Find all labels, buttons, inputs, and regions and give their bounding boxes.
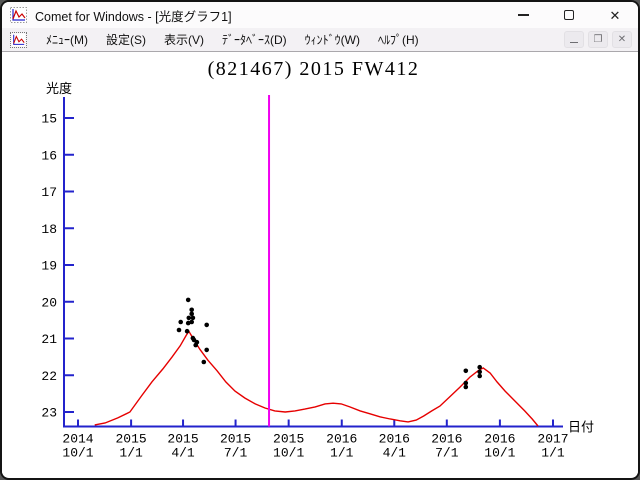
svg-text:2016: 2016 (484, 432, 515, 447)
titlebar[interactable]: Comet for Windows - [光度グラフ1] ✕ (2, 2, 638, 28)
svg-text:16: 16 (41, 148, 57, 163)
svg-text:2017: 2017 (537, 432, 568, 447)
svg-text:(821467) 2015 FW412: (821467) 2015 FW412 (208, 58, 420, 80)
window-title: Comet for Windows - [光度グラフ1] (35, 9, 232, 24)
close-button[interactable]: ✕ (592, 2, 638, 28)
menu-item-view[interactable]: 表示(V) (155, 28, 213, 51)
minimize-button[interactable] (500, 2, 546, 28)
svg-text:2014: 2014 (62, 432, 93, 447)
svg-text:1/1: 1/1 (119, 446, 143, 461)
svg-text:日付: 日付 (568, 420, 594, 435)
svg-text:10/1: 10/1 (273, 446, 304, 461)
svg-text:10/1: 10/1 (62, 446, 93, 461)
svg-text:15: 15 (41, 112, 57, 127)
svg-text:23: 23 (41, 406, 57, 421)
mdi-close-button[interactable]: ✕ (612, 31, 632, 48)
svg-text:光度: 光度 (46, 81, 72, 96)
svg-text:1/1: 1/1 (541, 446, 565, 461)
svg-text:4/1: 4/1 (171, 446, 195, 461)
minimize-icon (517, 14, 529, 16)
maximize-icon (564, 10, 574, 20)
light-curve-chart: (821467) 2015 FW412 光度日付 15 16 17 18 19 20 21 22 2… (41, 58, 594, 461)
menu-items: ﾒﾆｭｰ(M) 設定(S) 表示(V) ﾃﾞｰﾀﾍﾞｰｽ(D) ｳｨﾝﾄﾞｳ(W) ﾍﾙﾌ… (37, 28, 428, 51)
menu-item-settings[interactable]: 設定(S) (97, 28, 155, 51)
menu-item-menu[interactable]: ﾒﾆｭｰ(M) (37, 28, 97, 51)
svg-text:19: 19 (41, 259, 57, 274)
svg-text:7/1: 7/1 (224, 446, 248, 461)
svg-text:22: 22 (41, 369, 57, 384)
app-window: Comet for Windows - [光度グラフ1] ✕ ﾒﾆｭｰ(M) 設定… (0, 0, 640, 480)
svg-text:2015: 2015 (220, 432, 251, 447)
svg-text:2016: 2016 (431, 432, 462, 447)
svg-text:2015: 2015 (167, 432, 198, 447)
svg-text:2015: 2015 (273, 432, 304, 447)
menubar: ﾒﾆｭｰ(M) 設定(S) 表示(V) ﾃﾞｰﾀﾍﾞｰｽ(D) ｳｨﾝﾄﾞｳ(W) ﾍﾙﾌ… (2, 28, 638, 52)
menu-item-help[interactable]: ﾍﾙﾌﾟ(H) (369, 28, 428, 51)
svg-text:21: 21 (41, 332, 57, 347)
svg-text:2016: 2016 (326, 432, 357, 447)
maximize-button[interactable] (546, 2, 592, 28)
app-icon[interactable] (10, 7, 27, 23)
menu-item-window[interactable]: ｳｨﾝﾄﾞｳ(W) (296, 28, 369, 51)
mdi-minimize-button[interactable] (564, 31, 584, 48)
menu-item-database[interactable]: ﾃﾞｰﾀﾍﾞｰｽ(D) (213, 28, 296, 51)
window-controls: ✕ (500, 2, 638, 28)
svg-text:10/1: 10/1 (484, 446, 515, 461)
mdi-child-system-icon[interactable] (10, 31, 27, 48)
svg-text:7/1: 7/1 (435, 446, 459, 461)
svg-text:2015: 2015 (115, 432, 146, 447)
chart-client-area: (821467) 2015 FW412 光度日付 15 16 17 18 19 20 21 22 2… (2, 52, 638, 477)
mdi-close-icon: ✕ (617, 33, 627, 45)
mdi-restore-icon: ❐ (593, 33, 603, 45)
svg-text:20: 20 (41, 295, 57, 310)
close-icon: ✕ (609, 7, 621, 23)
mdi-minimize-icon (570, 41, 578, 44)
svg-text:4/1: 4/1 (383, 446, 407, 461)
mdi-restore-button[interactable]: ❐ (588, 31, 608, 48)
svg-text:17: 17 (41, 185, 57, 200)
svg-text:18: 18 (41, 222, 57, 237)
svg-text:1/1: 1/1 (330, 446, 354, 461)
mdi-window-controls: ❐ ✕ (564, 31, 632, 48)
svg-text:2016: 2016 (379, 432, 410, 447)
